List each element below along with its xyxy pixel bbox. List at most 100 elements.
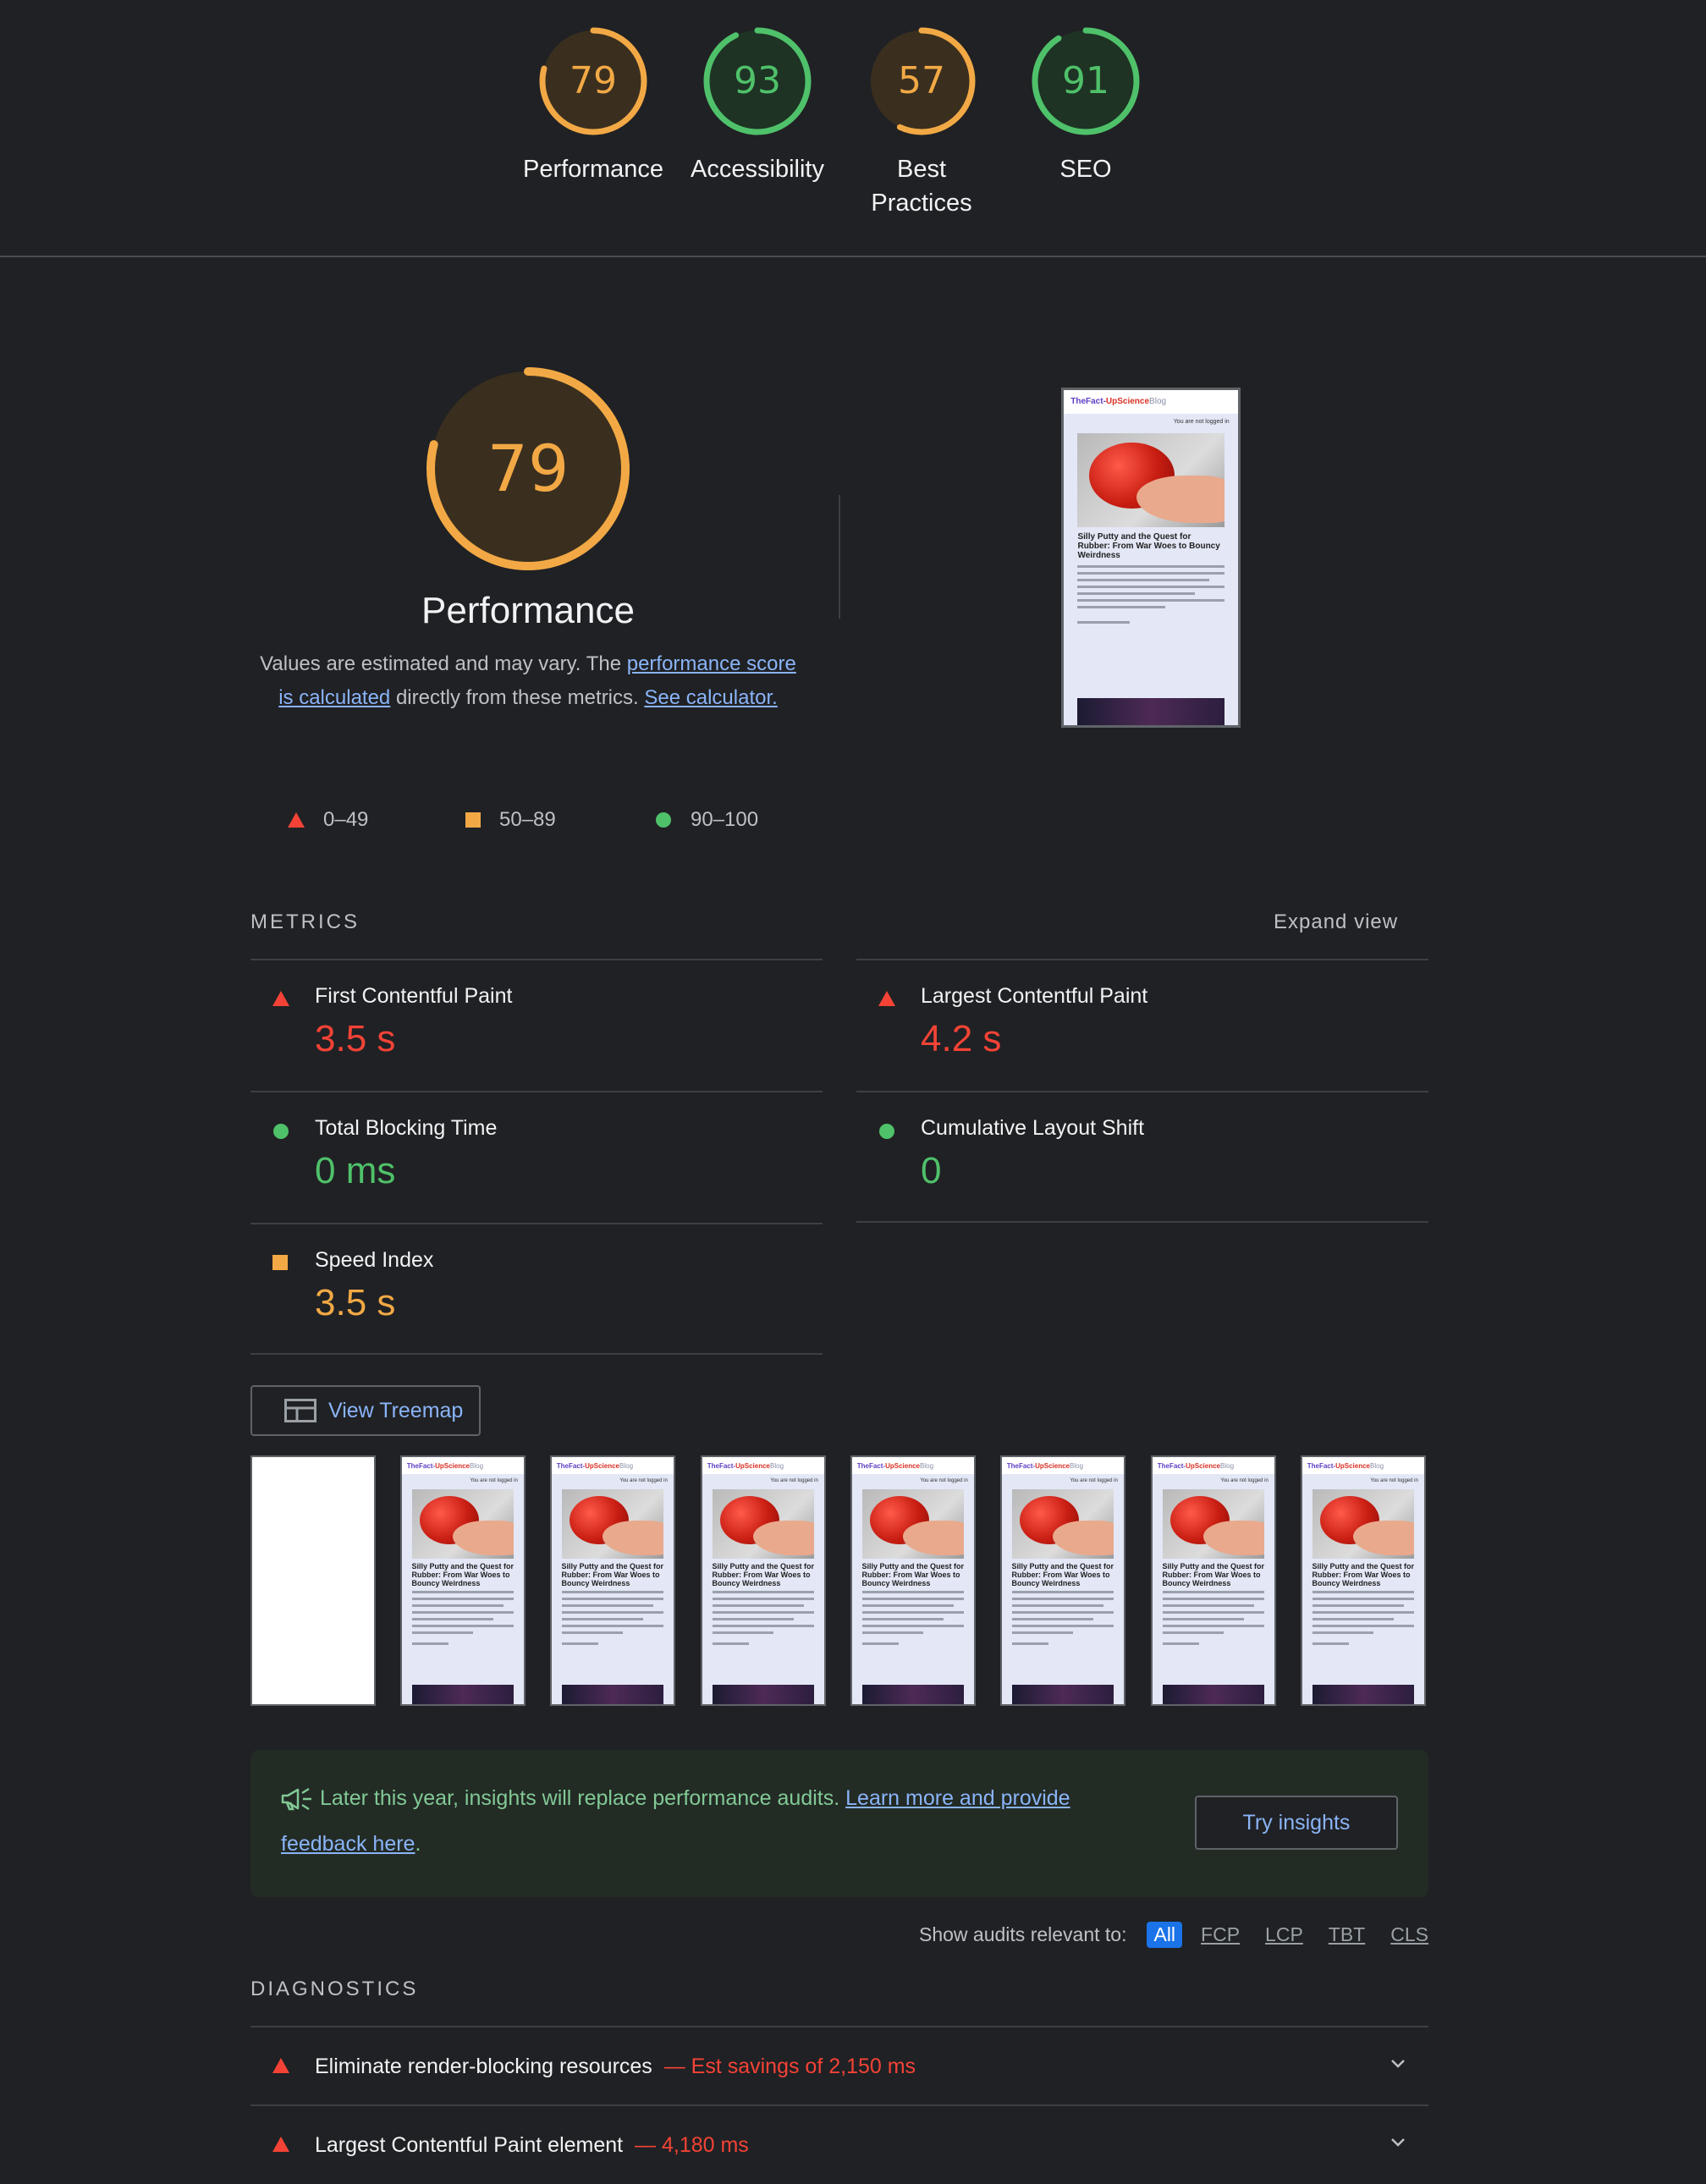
performance-title: Performance: [421, 590, 635, 631]
legend-range: 50–89: [499, 808, 556, 831]
audit-title: Largest Contentful Paint element — 4,180…: [315, 2133, 749, 2158]
screenshot-date: [861, 1642, 899, 1646]
metric-lcp: Largest Contentful Paint 4.2 s: [856, 959, 1428, 1092]
gauge-score: 91: [1062, 59, 1109, 102]
gauge-score: 57: [898, 59, 945, 102]
metric-name: Largest Contentful Paint: [921, 984, 1148, 1008]
megaphone-icon: [281, 1788, 311, 1811]
square-icon: [272, 1255, 288, 1270]
screenshot-date: [712, 1642, 749, 1646]
filmstrip-frame: TheFact- UpScience Blog You are not logged…: [1151, 1455, 1276, 1706]
screenshot-hero-image: [1011, 1488, 1114, 1559]
legend-fail: 0–49: [288, 808, 368, 832]
gauge-best-practices[interactable]: 57 Best Practices: [845, 25, 998, 220]
gauge-ring: 57: [867, 27, 976, 135]
metric-cls: Cumulative Layout Shift 0: [856, 1091, 1428, 1224]
screenshot-body-lines: [861, 1591, 965, 1635]
performance-summary: 79 Performance Values are estimated and …: [250, 364, 806, 715]
legend-range: 0–49: [323, 808, 369, 831]
screenshot-footer-image: [1162, 1684, 1265, 1704]
filter-chip-lcp[interactable]: LCP: [1258, 1922, 1310, 1948]
metric-tbt: Total Blocking Time 0 ms: [250, 1091, 823, 1224]
screenshot-login-text: You are not logged in: [1070, 1477, 1118, 1483]
screenshot-date: [411, 1642, 449, 1646]
chevron-down-icon[interactable]: [1388, 2132, 1408, 2152]
score-legend: 0–49 50–89 90–100: [288, 808, 795, 842]
screenshot-post-title: Silly Putty and the Quest for Rubber: Fr…: [1011, 1562, 1114, 1587]
desc-text: Values are estimated and may vary. The: [260, 652, 627, 675]
audit-name: Largest Contentful Paint element: [315, 2133, 624, 2157]
insights-text: Later this year, insights will replace p…: [320, 1786, 846, 1810]
metric-name: Cumulative Layout Shift: [921, 1116, 1145, 1140]
audit-filter: Show audits relevant to: All FCP LCP TBT…: [919, 1919, 1435, 1950]
screenshot-body-lines: [1011, 1591, 1114, 1635]
screenshot-login-text: You are not logged in: [470, 1477, 518, 1483]
try-insights-button[interactable]: Try insights: [1195, 1796, 1398, 1850]
screenshot-date: [1312, 1642, 1349, 1646]
treemap-icon: [284, 1399, 316, 1422]
gauge-score: 93: [734, 59, 781, 102]
performance-description: Values are estimated and may vary. The p…: [250, 647, 806, 715]
section-divider: [839, 495, 840, 619]
metric-value: 3.5 s: [315, 1282, 396, 1323]
expand-view-toggle[interactable]: Expand view: [1274, 910, 1398, 934]
screenshot-post-title: Silly Putty and the Quest for Rubber: Fr…: [1162, 1562, 1265, 1587]
screenshot-login-text: You are not logged in: [920, 1477, 968, 1483]
desc-text: directly from these metrics.: [390, 686, 645, 709]
filter-chip-all[interactable]: All: [1147, 1921, 1183, 1948]
screenshot-footer-image: [1011, 1684, 1114, 1704]
screenshot-post-title: Silly Putty and the Quest for Rubber: Fr…: [411, 1562, 515, 1587]
screenshot-post-title: Silly Putty and the Quest for Rubber: Fr…: [561, 1562, 664, 1587]
screenshot-page: TheFact- UpScience Blog You are not logged…: [1153, 1457, 1274, 1704]
metric-value: 4.2 s: [921, 1018, 1002, 1059]
filter-chip-fcp[interactable]: FCP: [1194, 1922, 1246, 1948]
filmstrip-frame: TheFact- UpScience Blog You are not logged…: [1000, 1455, 1125, 1706]
screenshot-footer-image: [561, 1684, 664, 1704]
audit-render-blocking[interactable]: Eliminate render-blocking resources — Es…: [250, 2026, 1428, 2105]
view-treemap-button[interactable]: View Treemap: [250, 1385, 481, 1436]
filmstrip-frame: TheFact- UpScience Blog You are not logged…: [400, 1455, 526, 1706]
gauge-label: Performance: [522, 156, 663, 183]
metrics-header: METRICS: [250, 910, 360, 933]
screenshot-page: TheFact- UpScience Blog You are not logged…: [852, 1457, 974, 1704]
performance-big-gauge: 79: [426, 367, 630, 570]
audit-savings: — 4,180 ms: [635, 2133, 749, 2157]
screenshot-login-text: You are not logged in: [1370, 1477, 1418, 1483]
screenshot-login-text: You are not logged in: [619, 1477, 668, 1483]
screenshot-post-title: Silly Putty and the Quest for Rubber: Fr…: [1312, 1562, 1415, 1587]
metric-speed-index: Speed Index 3.5 s: [250, 1223, 823, 1356]
screenshot-hero-image: [411, 1488, 515, 1559]
gauge-seo[interactable]: 91 SEO: [1010, 25, 1162, 186]
square-icon: [465, 812, 481, 828]
filter-chip-tbt[interactable]: TBT: [1322, 1922, 1372, 1948]
insights-message: Later this year, insights will replace p…: [281, 1775, 1127, 1867]
screenshot-hero-image: [861, 1488, 965, 1559]
filter-chip-cls[interactable]: CLS: [1384, 1922, 1435, 1948]
triangle-icon: [878, 991, 895, 1006]
screenshot-post-title: Silly Putty and the Quest for Rubber: Fr…: [712, 1562, 815, 1587]
screenshot-page: TheFact- UpScience Blog You are not logged…: [1002, 1457, 1124, 1704]
metric-name: Speed Index: [315, 1248, 434, 1272]
circle-icon: [879, 1124, 894, 1139]
see-calculator-link[interactable]: See calculator.: [644, 686, 777, 709]
gauge-performance[interactable]: 79 Performance: [517, 25, 669, 186]
chevron-down-icon[interactable]: [1388, 2053, 1408, 2073]
screenshot-hero-image: [561, 1488, 664, 1559]
screenshot-body-lines: [1162, 1591, 1265, 1635]
screenshot-footer-image: [712, 1684, 815, 1704]
metric-divider: [250, 1353, 823, 1355]
gauge-ring: 79: [539, 27, 647, 135]
legend-range: 90–100: [691, 808, 759, 831]
filmstrip-frame: TheFact- UpScience Blog You are not logged…: [1301, 1455, 1426, 1706]
gauge-accessibility[interactable]: 93 Accessibility: [681, 25, 834, 186]
filmstrip-frame: TheFact- UpScience Blog You are not logged…: [550, 1455, 675, 1706]
screenshot-header: TheFact- UpScience Blog: [1302, 1457, 1424, 1475]
gauge-label: Best Practices: [871, 156, 972, 217]
final-screenshot[interactable]: TheFact- UpScience Blog You are not logged…: [1061, 388, 1241, 728]
screenshot-header: TheFact- UpScience Blog: [552, 1457, 674, 1475]
filter-label: Show audits relevant to:: [919, 1923, 1127, 1945]
audit-lcp-element[interactable]: Largest Contentful Paint element — 4,180…: [250, 2104, 1428, 2184]
metric-value: 0: [921, 1150, 942, 1191]
circle-icon: [273, 1124, 289, 1139]
screenshot-body-lines: [1077, 565, 1224, 609]
